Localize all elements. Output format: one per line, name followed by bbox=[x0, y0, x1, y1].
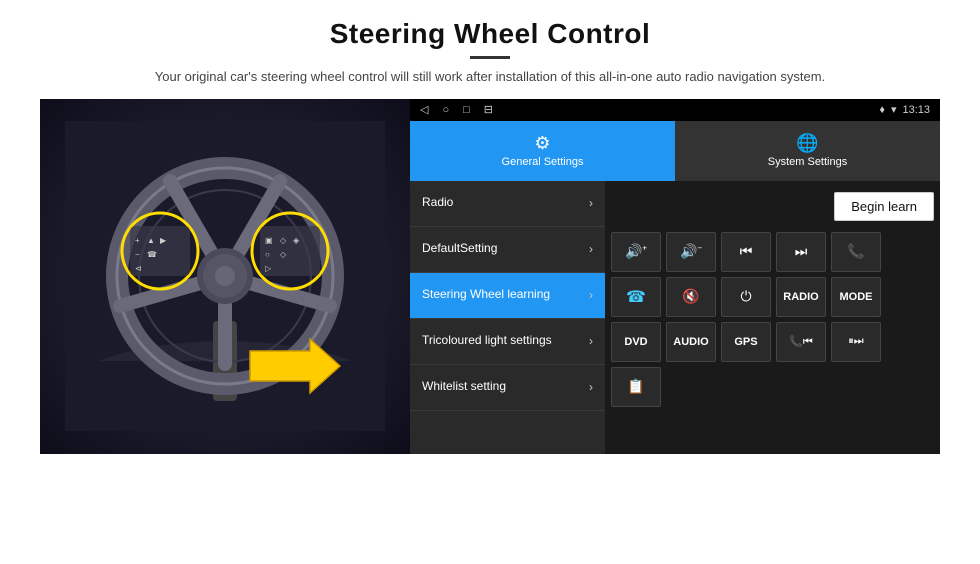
prev-track-button[interactable]: ⏮ bbox=[721, 232, 771, 272]
next-track-button[interactable]: ⏭ bbox=[776, 232, 826, 272]
menu-list: Radio › DefaultSetting › Steering Wheel … bbox=[410, 181, 605, 454]
empty-spacer-0 bbox=[611, 187, 829, 227]
tab-general-settings[interactable]: ⚙ General Settings bbox=[410, 121, 675, 181]
tab-bar: ⚙ General Settings 🌐 System Settings bbox=[410, 121, 940, 181]
android-panel: ◁ ○ □ ⊟ ♦ ▾ 13:13 ⚙ General Settings bbox=[410, 99, 940, 454]
svg-text:◇: ◇ bbox=[280, 250, 287, 259]
status-right: ♦ ▾ 13:13 bbox=[879, 103, 930, 116]
status-nav: ◁ ○ □ ⊟ bbox=[420, 103, 493, 116]
radio-button[interactable]: RADIO bbox=[776, 277, 826, 317]
menu-item-whitelist[interactable]: Whitelist setting › bbox=[410, 365, 605, 411]
vol-down-button[interactable]: 🔊− bbox=[666, 232, 716, 272]
chevron-icon-steering: › bbox=[589, 288, 593, 302]
clock: 13:13 bbox=[902, 104, 930, 116]
home-icon[interactable]: ○ bbox=[442, 104, 449, 116]
wifi-icon: ▾ bbox=[891, 103, 897, 116]
phone-answer-button[interactable]: 📞 bbox=[831, 232, 881, 272]
menu-steering-label: Steering Wheel learning bbox=[422, 287, 550, 303]
signal-icon: ♦ bbox=[879, 104, 885, 116]
mode-button[interactable]: MODE bbox=[831, 277, 881, 317]
controls-row-4: 📋 bbox=[611, 367, 934, 407]
svg-text:◈: ◈ bbox=[293, 236, 300, 245]
title-divider bbox=[470, 56, 510, 59]
general-settings-icon: ⚙ bbox=[534, 133, 550, 154]
phone-answer-icon: 📞 bbox=[847, 243, 864, 260]
tab-general-label: General Settings bbox=[502, 156, 584, 168]
mode-label: MODE bbox=[840, 291, 873, 303]
page-container: Steering Wheel Control Your original car… bbox=[0, 0, 980, 564]
steering-wheel-bg: + ▲ ▶ − ☎ ⊲ ▣ ◇ ◈ ○ ◇ ▷ bbox=[40, 99, 410, 454]
mute-button[interactable]: 🔇 bbox=[666, 277, 716, 317]
controls-row-3: DVD AUDIO GPS 📞⏮ ⏸⏭ bbox=[611, 322, 934, 362]
menu-whitelist-label: Whitelist setting bbox=[422, 379, 506, 395]
menu-radio-label: Radio bbox=[422, 195, 453, 211]
next-track-icon: ⏭ bbox=[795, 243, 808, 260]
menu-item-steering[interactable]: Steering Wheel learning › bbox=[410, 273, 605, 319]
audio-button[interactable]: AUDIO bbox=[666, 322, 716, 362]
vol-up-icon: 🔊+ bbox=[625, 243, 647, 260]
main-content: Radio › DefaultSetting › Steering Wheel … bbox=[410, 181, 940, 454]
menu-tricoloured-label: Tricoloured light settings bbox=[422, 333, 552, 349]
tab-system-settings[interactable]: 🌐 System Settings bbox=[675, 121, 940, 181]
svg-text:▷: ▷ bbox=[265, 264, 272, 273]
page-title: Steering Wheel Control bbox=[40, 18, 940, 50]
tab-system-label: System Settings bbox=[768, 156, 847, 168]
svg-text:○: ○ bbox=[265, 250, 270, 259]
playlist-button[interactable]: 📋 bbox=[611, 367, 661, 407]
svg-text:▣: ▣ bbox=[265, 236, 273, 245]
status-bar: ◁ ○ □ ⊟ ♦ ▾ 13:13 bbox=[410, 99, 940, 121]
chevron-icon-whitelist: › bbox=[589, 380, 593, 394]
playlist-icon: 📋 bbox=[627, 378, 644, 395]
svg-text:+: + bbox=[135, 236, 140, 245]
begin-learn-button[interactable]: Begin learn bbox=[834, 192, 934, 221]
menu-item-default[interactable]: DefaultSetting › bbox=[410, 227, 605, 273]
radio-label: RADIO bbox=[783, 291, 818, 303]
controls-row-0: Begin learn bbox=[611, 187, 934, 227]
svg-text:◇: ◇ bbox=[280, 236, 287, 245]
power-icon: ⏻ bbox=[740, 288, 751, 305]
back-icon[interactable]: ◁ bbox=[420, 103, 428, 116]
svg-text:⊲: ⊲ bbox=[135, 264, 142, 273]
car-image-panel: + ▲ ▶ − ☎ ⊲ ▣ ◇ ◈ ○ ◇ ▷ bbox=[40, 99, 410, 454]
gps-label: GPS bbox=[734, 336, 757, 348]
phone-prev-button[interactable]: 📞⏮ bbox=[776, 322, 826, 362]
chevron-icon-tricoloured: › bbox=[589, 334, 593, 348]
content-row: + ▲ ▶ − ☎ ⊲ ▣ ◇ ◈ ○ ◇ ▷ bbox=[40, 99, 940, 454]
system-settings-icon: 🌐 bbox=[796, 133, 818, 154]
svg-text:▲: ▲ bbox=[147, 236, 155, 245]
dvd-button[interactable]: DVD bbox=[611, 322, 661, 362]
audio-label: AUDIO bbox=[673, 336, 708, 348]
vol-up-button[interactable]: 🔊+ bbox=[611, 232, 661, 272]
phone-prev-icon: 📞⏮ bbox=[789, 335, 813, 349]
chevron-icon-radio: › bbox=[589, 196, 593, 210]
controls-row-1: 🔊+ 🔊− ⏮ ⏭ 📞 bbox=[611, 232, 934, 272]
svg-text:☎: ☎ bbox=[147, 250, 157, 259]
controls-row-2: ☎ 🔇 ⏻ RADIO MODE bbox=[611, 277, 934, 317]
phone-hangup-icon: ☎ bbox=[626, 287, 646, 307]
recents-icon[interactable]: □ bbox=[463, 104, 470, 116]
power-button[interactable]: ⏻ bbox=[721, 277, 771, 317]
title-section: Steering Wheel Control Your original car… bbox=[40, 18, 940, 99]
page-subtitle: Your original car's steering wheel contr… bbox=[140, 67, 840, 87]
menu-icon[interactable]: ⊟ bbox=[484, 103, 493, 116]
chevron-icon-default: › bbox=[589, 242, 593, 256]
menu-item-radio[interactable]: Radio › bbox=[410, 181, 605, 227]
phone-hangup-button[interactable]: ☎ bbox=[611, 277, 661, 317]
steering-wheel-svg: + ▲ ▶ − ☎ ⊲ ▣ ◇ ◈ ○ ◇ ▷ bbox=[65, 121, 385, 431]
svg-text:−: − bbox=[135, 250, 140, 259]
vol-down-icon: 🔊− bbox=[680, 243, 702, 260]
mute-icon: 🔇 bbox=[682, 288, 699, 305]
skip-next-button[interactable]: ⏸⏭ bbox=[831, 322, 881, 362]
gps-button[interactable]: GPS bbox=[721, 322, 771, 362]
svg-text:▶: ▶ bbox=[160, 236, 167, 245]
menu-item-tricoloured[interactable]: Tricoloured light settings › bbox=[410, 319, 605, 365]
controls-area: Begin learn 🔊+ 🔊− ⏮ bbox=[605, 181, 940, 454]
skip-next-icon: ⏸⏭ bbox=[848, 335, 863, 348]
menu-default-label: DefaultSetting bbox=[422, 241, 497, 257]
prev-track-icon: ⏮ bbox=[740, 243, 753, 260]
dvd-label: DVD bbox=[624, 336, 647, 348]
